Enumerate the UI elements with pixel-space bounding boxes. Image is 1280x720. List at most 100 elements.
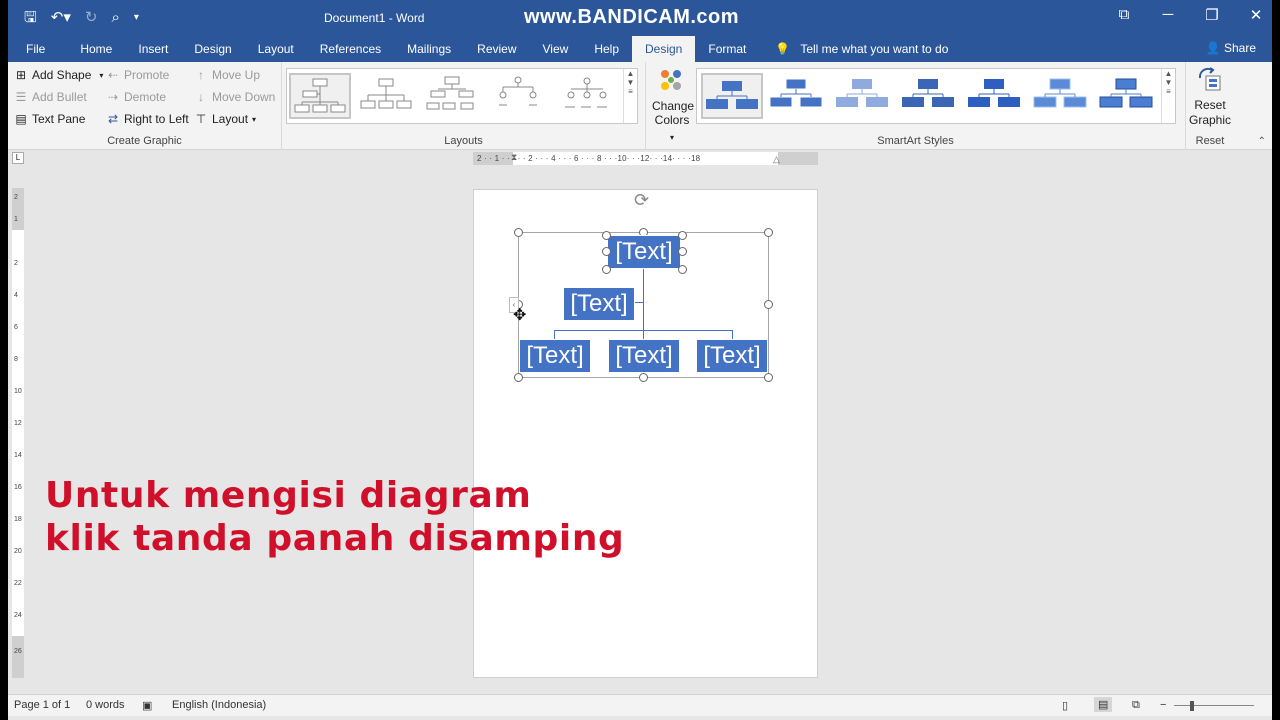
resize-handle[interactable]: [639, 373, 648, 382]
move-down-label: Move Down: [212, 90, 276, 104]
print-layout-icon[interactable]: ▤: [1094, 697, 1113, 712]
resize-handle[interactable]: [764, 373, 773, 382]
shape-handle[interactable]: [602, 265, 611, 274]
tab-view[interactable]: View: [530, 36, 582, 62]
customize-icon[interactable]: ▾: [134, 8, 139, 28]
style-thumb-subtle-effect[interactable]: [833, 73, 895, 119]
tab-format[interactable]: Format: [695, 36, 759, 62]
layout-thumb-org-chart[interactable]: [289, 73, 351, 119]
shape-handle[interactable]: [678, 247, 687, 256]
shape-handle[interactable]: [678, 231, 687, 240]
save-icon[interactable]: 🖫: [24, 8, 37, 28]
style-thumb-simple-fill[interactable]: [701, 73, 763, 119]
style-thumb-moderate-effect[interactable]: [899, 73, 961, 119]
vruler-num: 8: [14, 356, 18, 363]
resize-handle[interactable]: [764, 300, 773, 309]
arrow-right-icon: ⇢: [107, 90, 119, 104]
vruler-num: 20: [14, 548, 22, 555]
share-button[interactable]: 👤 Share: [1206, 41, 1256, 55]
minimize-icon[interactable]: ─: [1160, 6, 1176, 24]
connector-line: [554, 330, 733, 331]
tab-insert[interactable]: Insert: [125, 36, 181, 62]
group-create-graphic: ⊞ Add Shape ▾ ☰ Add Bullet ▤ Text Pane ⇠…: [8, 62, 282, 150]
change-colors-button[interactable]: Change Colors ▾: [652, 68, 694, 145]
demote-button[interactable]: ⇢ Demote: [106, 90, 166, 104]
tab-review[interactable]: Review: [464, 36, 529, 62]
lightbulb-icon: 💡: [775, 42, 791, 56]
add-shape-button[interactable]: ⊞ Add Shape ▾: [14, 68, 103, 82]
tab-selector[interactable]: L: [12, 152, 24, 164]
move-up-button[interactable]: ↑ Move Up: [194, 68, 260, 82]
layouts-gallery-scroll[interactable]: ▲ ▼ ≡: [623, 69, 637, 123]
proofing-icon[interactable]: ▣: [142, 699, 152, 712]
word-count[interactable]: 0 words: [86, 699, 125, 711]
right-to-left-label: Right to Left: [124, 112, 189, 126]
vruler-num: 1: [14, 216, 18, 223]
smartart-frame[interactable]: ‹ [Text] [Text] [Text] [Text] [Text] ✥: [509, 228, 773, 382]
tell-me-box[interactable]: 💡 Tell me what you want to do: [759, 36, 948, 62]
right-to-left-button[interactable]: ⇄ Right to Left: [106, 112, 189, 126]
style-thumb-white-outline[interactable]: [767, 73, 829, 119]
language-indicator[interactable]: English (Indonesia): [172, 699, 266, 711]
layout-button[interactable]: ⊤ Layout ▾: [194, 112, 256, 126]
smartart-shape-assistant[interactable]: [Text]: [563, 287, 635, 321]
smartart-shape-top[interactable]: [Text]: [607, 235, 681, 269]
share-label: Share: [1223, 41, 1256, 55]
add-bullet-button[interactable]: ☰ Add Bullet: [14, 90, 87, 104]
page-count[interactable]: Page 1 of 1: [14, 699, 70, 711]
ribbon-display-options-icon[interactable]: ⧉: [1116, 6, 1132, 24]
close-icon[interactable]: ✕: [1248, 6, 1264, 24]
reset-graphic-button[interactable]: Reset Graphic: [1188, 66, 1232, 128]
tell-me-text: Tell me what you want to do: [800, 42, 949, 56]
styles-gallery-scroll[interactable]: ▲ ▼ ≡: [1161, 69, 1175, 123]
smartart-shape-child-2[interactable]: [Text]: [608, 339, 680, 373]
restore-icon[interactable]: ❐: [1204, 6, 1220, 24]
layout-thumb-name-title-org[interactable]: [357, 73, 419, 119]
smartart-shape-child-1[interactable]: [Text]: [519, 339, 591, 373]
group-label-reset: Reset: [1195, 135, 1225, 147]
indent-marker-icon[interactable]: ⧗: [511, 152, 517, 163]
style-thumb-inset[interactable]: [1097, 73, 1159, 119]
tab-help[interactable]: Help: [581, 36, 632, 62]
tab-home[interactable]: Home: [67, 36, 125, 62]
resize-handle[interactable]: [514, 373, 523, 382]
resize-handle[interactable]: [514, 228, 523, 237]
layout-thumb-horizontal[interactable]: [555, 73, 617, 119]
undo-icon[interactable]: ↶▾: [51, 8, 71, 28]
tab-design[interactable]: Design: [181, 36, 244, 62]
style-thumb-intense-effect[interactable]: [965, 73, 1027, 119]
tab-layout[interactable]: Layout: [245, 36, 307, 62]
shape-handle[interactable]: [602, 247, 611, 256]
zoom-out-icon[interactable]: −: [1160, 699, 1166, 711]
horizontal-ruler[interactable]: 2 · · 1 · · · · · 2 · · · 4 · · · 6 · · …: [473, 152, 818, 165]
document-page[interactable]: ⟳ ‹ [Text] [Text] [Text] [Text] [Text] ✥: [473, 189, 818, 678]
zoom-thumb[interactable]: [1190, 701, 1194, 711]
resize-handle[interactable]: [764, 228, 773, 237]
reset-graphic-label-1: Reset: [1194, 98, 1226, 112]
tab-smartart-design[interactable]: Design: [632, 36, 696, 62]
redo-icon[interactable]: ↻: [85, 8, 98, 28]
smartart-shape-child-3[interactable]: [Text]: [696, 339, 768, 373]
tutorial-caption: Untuk mengisi diagram klik tanda panah d…: [45, 474, 624, 560]
move-down-button[interactable]: ↓ Move Down: [194, 90, 275, 104]
web-layout-icon[interactable]: ⧉: [1132, 699, 1140, 712]
shape-handle[interactable]: [678, 265, 687, 274]
add-shape-icon: ⊞: [15, 68, 27, 82]
zoom-slider[interactable]: [1174, 705, 1254, 706]
tab-file[interactable]: File: [8, 36, 67, 62]
text-pane-button[interactable]: ▤ Text Pane: [14, 112, 85, 126]
print-preview-icon[interactable]: ⌕: [111, 8, 119, 28]
tab-references[interactable]: References: [307, 36, 394, 62]
promote-button[interactable]: ⇠ Promote: [106, 68, 169, 82]
right-indent-marker-icon[interactable]: △: [773, 154, 780, 165]
tab-mailings[interactable]: Mailings: [394, 36, 464, 62]
layout-thumb-half-circle[interactable]: [423, 73, 485, 119]
vertical-ruler[interactable]: 2 1 2 4 6 8 10 12 14 16 18 20 22 24 26: [12, 188, 24, 678]
style-thumb-polished[interactable]: [1031, 73, 1093, 119]
collapse-ribbon-icon[interactable]: ⌃: [1258, 136, 1266, 147]
read-mode-icon[interactable]: ▯: [1062, 699, 1068, 712]
rotate-handle-icon[interactable]: ⟳: [634, 190, 649, 211]
layout-thumb-hierarchy[interactable]: [489, 73, 551, 119]
shape-handle[interactable]: [602, 231, 611, 240]
title-bar: 🖫 ↶▾ ↻ ⌕ ▾ Document1 - Word www.BANDICAM…: [8, 0, 1272, 36]
